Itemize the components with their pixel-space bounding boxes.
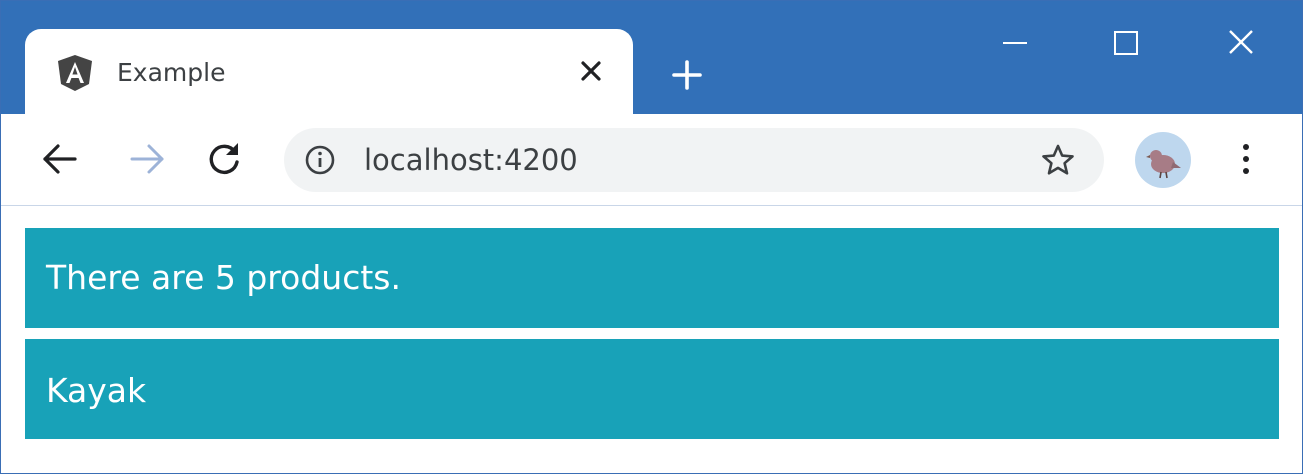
profile-avatar[interactable] <box>1135 132 1191 188</box>
page-content: There are 5 products. Kayak <box>1 206 1302 473</box>
reload-icon[interactable] <box>201 136 247 182</box>
forward-arrow-icon[interactable] <box>124 136 170 182</box>
minimize-icon[interactable] <box>985 19 1045 67</box>
title-bar: Example <box>1 1 1302 114</box>
browser-window: Example localhost:4200 There are 5 produ… <box>0 0 1303 474</box>
close-icon[interactable] <box>1211 19 1271 67</box>
url-text[interactable]: localhost:4200 <box>364 141 578 179</box>
back-arrow-icon[interactable] <box>37 136 83 182</box>
address-bar[interactable]: localhost:4200 <box>284 128 1104 192</box>
tab-close-icon[interactable] <box>577 57 605 85</box>
browser-tab[interactable]: Example <box>25 29 633 114</box>
maximize-icon[interactable] <box>1097 19 1157 67</box>
new-tab-plus-icon[interactable] <box>665 53 709 97</box>
product-count-panel: There are 5 products. <box>25 228 1279 328</box>
tab-title: Example <box>117 58 226 87</box>
browser-toolbar: localhost:4200 <box>1 114 1302 206</box>
more-vertical-icon[interactable] <box>1226 136 1266 182</box>
angular-logo-icon <box>58 55 92 91</box>
bird-avatar-icon <box>1146 150 1181 179</box>
product-name-panel: Kayak <box>25 339 1279 439</box>
star-icon[interactable] <box>1040 142 1076 178</box>
info-icon[interactable] <box>304 144 336 176</box>
